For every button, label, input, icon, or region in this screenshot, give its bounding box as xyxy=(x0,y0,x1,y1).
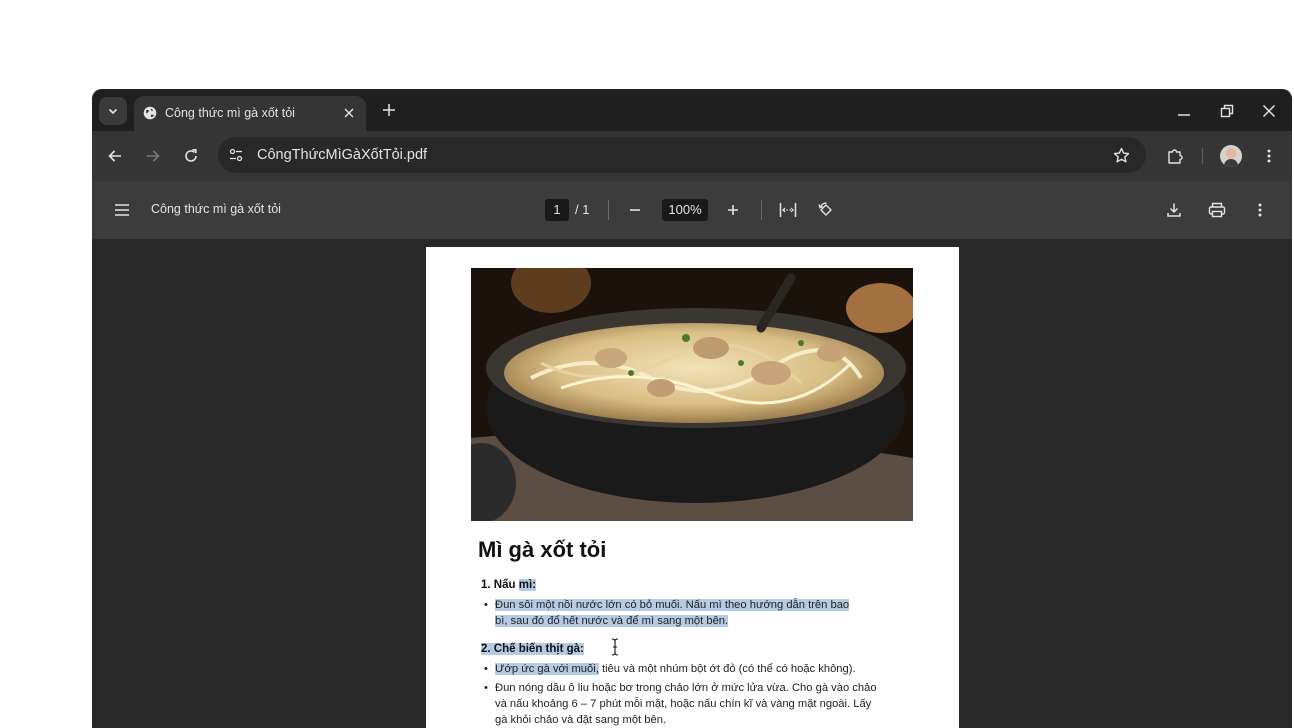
fit-width-icon xyxy=(779,203,797,217)
globe-icon xyxy=(143,106,157,120)
zoom-in-button[interactable] xyxy=(721,198,745,222)
new-tab-button[interactable] xyxy=(378,99,400,121)
fit-to-width-button[interactable] xyxy=(776,198,800,222)
bookmark-button[interactable] xyxy=(1111,145,1131,165)
close-window-button[interactable] xyxy=(1255,97,1283,125)
tab-strip: Công thức mì gà xốt tỏi xyxy=(92,89,1292,131)
rotate-icon xyxy=(818,202,832,216)
selected-text: bì, sau đó đổ hết nước và để mì sang một… xyxy=(495,615,729,627)
sidebar-menu-button[interactable] xyxy=(110,198,134,222)
pdf-title: Công thức mì gà xốt tỏi xyxy=(151,202,281,216)
pdf-toolbar-divider xyxy=(608,200,609,220)
minimize-icon xyxy=(1178,114,1190,116)
selected-text: mì: xyxy=(518,579,536,591)
minimize-button[interactable] xyxy=(1170,97,1198,125)
chrome-menu-button[interactable] xyxy=(1257,144,1281,168)
pasta-bowl-image xyxy=(471,268,913,521)
back-button[interactable] xyxy=(103,144,127,168)
url-text: CôngThứcMìGàXốtTỏi.pdf xyxy=(257,147,428,163)
list-item-text: tiêu và một nhúm bột ớt đỏ (có thể có ho… xyxy=(598,663,856,675)
selected-text: Ướp ức gà với muối, xyxy=(495,663,599,675)
print-icon xyxy=(1208,202,1226,218)
download-button[interactable] xyxy=(1162,198,1186,222)
browser-window: Công thức mì gà xốt tỏi CôngThứcMìGàXốtT… xyxy=(92,89,1292,728)
star-icon xyxy=(1113,147,1129,162)
section-number: 1. xyxy=(481,579,491,591)
list-item-text: và nấu khoảng 6 – 7 phút mỗi mặt, hoặc n… xyxy=(495,698,872,710)
pdf-viewer[interactable]: Mì gà xốt tỏi 1. Nấu mì: • Đun sôi một n… xyxy=(92,239,1292,728)
tab-search-button[interactable] xyxy=(99,97,127,125)
page-total: / 1 xyxy=(575,202,590,217)
restore-button[interactable] xyxy=(1213,97,1241,125)
profile-avatar[interactable] xyxy=(1220,145,1242,167)
reload-icon xyxy=(185,149,197,162)
tune-icon xyxy=(229,148,243,162)
selected-text: Đun sôi một nồi nước lớn có bỏ muối. Nấu… xyxy=(495,599,850,611)
tab-title: Công thức mì gà xốt tỏi xyxy=(165,106,295,120)
pdf-toolbar: Công thức mì gà xốt tỏi 1 / 1 100% xyxy=(92,181,1292,239)
download-icon xyxy=(1167,203,1181,217)
reload-button[interactable] xyxy=(179,144,203,168)
tab-active[interactable]: Công thức mì gà xốt tỏi xyxy=(134,96,366,131)
tab-close-button[interactable] xyxy=(340,104,358,122)
plus-icon xyxy=(383,104,395,116)
forward-button[interactable] xyxy=(141,144,165,168)
section-title: Nấu xyxy=(493,579,519,591)
section-heading-2: 2. Chế biến thịt gà: xyxy=(481,643,584,655)
rotate-button[interactable] xyxy=(814,198,838,222)
recipe-title: Mì gà xốt tỏi xyxy=(478,537,607,562)
pdf-page[interactable]: Mì gà xốt tỏi 1. Nấu mì: • Đun sôi một n… xyxy=(426,247,959,728)
pdf-more-button[interactable] xyxy=(1248,198,1272,222)
chevron-down-icon xyxy=(108,108,118,115)
zoom-out-button[interactable] xyxy=(623,198,647,222)
close-icon xyxy=(1262,104,1276,118)
pdf-toolbar-divider xyxy=(761,200,762,220)
dish-photo xyxy=(471,268,913,521)
more-vert-icon xyxy=(1267,149,1271,163)
restore-icon xyxy=(1220,104,1234,118)
page-number-input[interactable]: 1 xyxy=(545,199,569,221)
close-icon xyxy=(344,108,354,118)
puzzle-icon xyxy=(1168,149,1183,164)
section-heading-1: 1. Nấu mì: xyxy=(481,579,536,591)
menu-icon xyxy=(115,204,129,216)
navigation-toolbar: CôngThứcMìGàXốtTỏi.pdf xyxy=(92,131,1292,181)
arrow-left-icon xyxy=(108,150,121,162)
address-bar[interactable]: CôngThứcMìGàXốtTỏi.pdf xyxy=(218,137,1146,173)
plus-icon xyxy=(728,205,738,215)
list-item-text: gà khỏi chảo và đặt sang một bên. xyxy=(495,714,667,726)
arrow-right-icon xyxy=(147,150,160,162)
more-vert-icon xyxy=(1258,203,1262,217)
extensions-button[interactable] xyxy=(1163,144,1187,168)
text-cursor-icon xyxy=(611,638,619,656)
list-item-text: Đun nóng dầu ô liu hoặc bơ trong chảo lớ… xyxy=(495,682,877,694)
print-button[interactable] xyxy=(1205,198,1229,222)
toolbar-divider xyxy=(1202,148,1203,164)
zoom-input[interactable]: 100% xyxy=(662,199,708,221)
minus-icon xyxy=(630,209,640,211)
site-info-button[interactable] xyxy=(226,145,246,165)
